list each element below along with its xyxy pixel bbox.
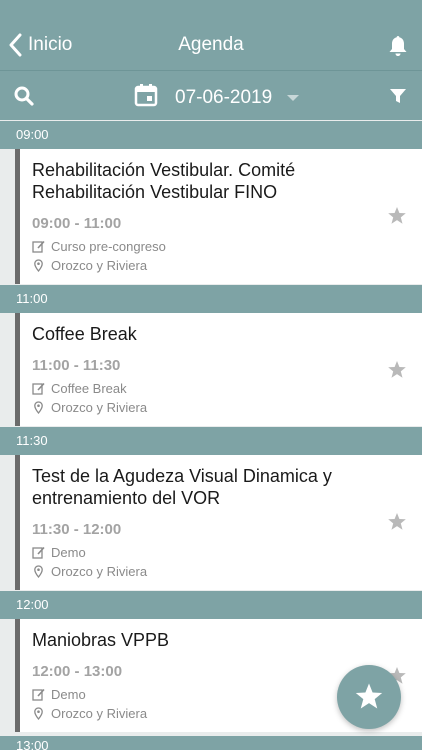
star-icon [355, 683, 383, 709]
calendar-icon[interactable] [134, 83, 158, 107]
session-card[interactable]: Test de la Agudeza Visual Dinamica y ent… [15, 455, 422, 590]
location-pin-icon [34, 401, 43, 414]
time-section-header: 11:30 [0, 427, 422, 455]
time-section-header: 11:00 [0, 285, 422, 313]
session-type-label: Demo [51, 687, 86, 702]
star-icon[interactable] [387, 360, 407, 380]
caret-down-icon[interactable] [287, 95, 299, 101]
time-section-header: 09:00 [0, 121, 422, 149]
session-location-label: Orozco y Riviera [51, 564, 148, 579]
top-bar: Inicio Agenda [0, 0, 422, 70]
session-time: 11:30 - 12:00 [32, 521, 122, 538]
time-section-header: 13:00 [0, 736, 422, 750]
session-time: 12:00 - 13:00 [32, 663, 123, 680]
session-type: Demo [32, 545, 86, 560]
bell-icon[interactable] [388, 35, 408, 57]
star-icon[interactable] [387, 512, 407, 532]
session-time: 11:00 - 11:30 [32, 357, 121, 374]
session-card[interactable]: Coffee Break 11:00 - 11:30 Coffee Break … [15, 313, 422, 426]
session-title: Coffee Break [32, 324, 137, 344]
session-type-label: Demo [51, 545, 86, 560]
session-type: Demo [32, 687, 86, 702]
session-type-label: Coffee Break [51, 381, 127, 396]
location-pin-icon [34, 707, 43, 720]
session-time: 09:00 - 11:00 [32, 215, 122, 232]
session-card[interactable]: Rehabilitación Vestibular. Comité Rehabi… [15, 149, 422, 284]
session-title: Rehabilitación Vestibular. Comité Rehabi… [32, 160, 296, 202]
filter-bar: 07-06-2019 [0, 70, 422, 120]
session-location: Orozco y Riviera [32, 400, 147, 415]
session-location: Orozco y Riviera [32, 258, 147, 273]
session-type: Curso pre-congreso [32, 239, 166, 254]
edit-icon [32, 240, 45, 253]
session-type-label: Curso pre-congreso [51, 239, 166, 254]
search-icon[interactable] [14, 86, 34, 106]
session-title: Test de la Agudeza Visual Dinamica y ent… [32, 466, 332, 508]
back-button[interactable]: Inicio [8, 33, 72, 57]
favorites-fab-button[interactable] [337, 665, 401, 729]
location-pin-icon [34, 259, 43, 272]
back-icon [9, 33, 22, 57]
edit-icon [32, 382, 45, 395]
time-section-header: 12:00 [0, 591, 422, 619]
edit-icon [32, 688, 45, 701]
date-selector[interactable]: 07-06-2019 [175, 87, 272, 109]
location-pin-icon [34, 565, 43, 578]
session-title: Maniobras VPPB [32, 630, 170, 650]
session-location: Orozco y Riviera [32, 564, 147, 579]
filter-icon[interactable] [390, 88, 406, 104]
session-location-label: Orozco y Riviera [51, 400, 148, 415]
session-location-label: Orozco y Riviera [51, 706, 148, 721]
session-type: Coffee Break [32, 381, 127, 396]
star-icon[interactable] [387, 206, 407, 226]
session-location-label: Orozco y Riviera [51, 258, 148, 273]
edit-icon [32, 546, 45, 559]
page-title: Agenda [178, 34, 244, 55]
back-label: Inicio [28, 34, 73, 55]
session-location: Orozco y Riviera [32, 706, 147, 721]
